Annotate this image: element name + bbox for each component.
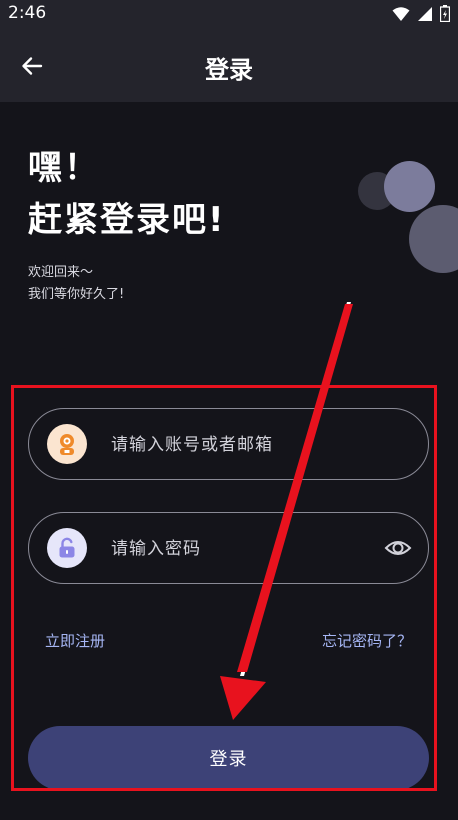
battery-icon bbox=[440, 5, 450, 22]
greeting-line-2: 赶紧登录吧! bbox=[28, 200, 226, 240]
status-time: 2:46 bbox=[8, 3, 47, 23]
welcome-line-2: 我们等你好久了! bbox=[28, 287, 125, 302]
app-bar: 登录 bbox=[0, 28, 458, 102]
status-icons bbox=[392, 5, 450, 22]
greeting-line-1: 嘿！ bbox=[28, 148, 100, 188]
wifi-icon bbox=[392, 6, 410, 21]
status-bar: 2:46 bbox=[0, 0, 458, 28]
welcome-line-1: 欢迎回来～ bbox=[28, 265, 94, 280]
page-title: 登录 bbox=[205, 56, 253, 84]
highlight-box bbox=[11, 385, 437, 791]
decor-bubble bbox=[409, 205, 458, 273]
signal-icon bbox=[418, 6, 432, 21]
welcome-text: 欢迎回来～ 我们等你好久了! bbox=[28, 262, 124, 306]
decor-bubble bbox=[384, 161, 435, 212]
